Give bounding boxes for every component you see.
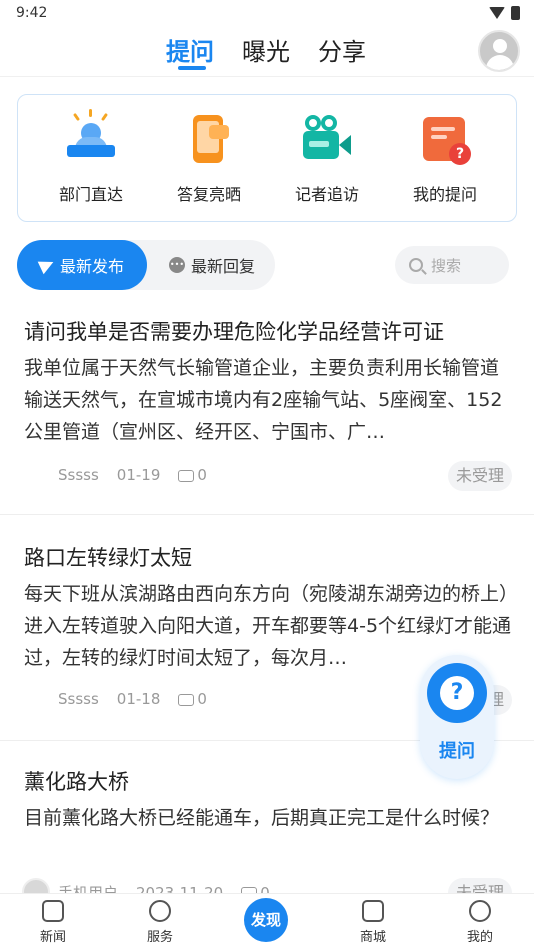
- bag-icon: [362, 900, 384, 922]
- nav-mall[interactable]: 商城: [333, 900, 413, 945]
- post-comments: 0: [178, 690, 207, 708]
- filter-toggle-group: 最新发布 ••• 最新回复: [17, 240, 275, 290]
- post-title: 薰化路大桥: [24, 770, 129, 794]
- post-body: 目前薰化路大桥已经能通车，后期真正完工是什么时候？: [24, 807, 500, 829]
- avatar-head: [493, 39, 507, 53]
- avatar[interactable]: [478, 30, 520, 72]
- tab-expose[interactable]: 曝光: [242, 32, 290, 67]
- search-placeholder: 搜索: [431, 256, 462, 275]
- post-date: 01-19: [116, 466, 161, 484]
- nav-profile[interactable]: 我的: [440, 900, 520, 945]
- post-divider: [0, 514, 534, 515]
- nav-services[interactable]: 服务: [120, 900, 200, 945]
- filter-latest-replied-button[interactable]: ••• 最新回复: [152, 240, 272, 290]
- tab-ask[interactable]: 提问: [166, 32, 214, 67]
- wifi-icon: [489, 7, 505, 19]
- quick-actions-panel: 部门直达 答复亮晒 记者追访 ? 我的提问: [17, 94, 517, 222]
- news-icon: [42, 900, 64, 922]
- quick-action-department[interactable]: 部门直达: [36, 109, 146, 205]
- top-tabs: 提问 曝光 分享: [0, 32, 534, 74]
- active-tab-indicator: [178, 66, 206, 70]
- ask-question-button[interactable]: ? 提问: [420, 655, 494, 779]
- quick-action-label: 记者追访: [294, 185, 359, 204]
- nav-discover[interactable]: 发现: [244, 898, 288, 942]
- search-input[interactable]: 搜索: [395, 246, 509, 284]
- battery-icon: [511, 6, 520, 20]
- quick-action-my-questions[interactable]: ? 我的提问: [390, 109, 500, 205]
- filter-latest-posted-button[interactable]: 最新发布: [17, 240, 147, 290]
- nav-label: 服务: [146, 930, 173, 945]
- tab-share[interactable]: 分享: [318, 32, 366, 67]
- my-questions-icon: ?: [415, 109, 475, 169]
- department-icon: [61, 109, 121, 169]
- post-author: Sssss: [58, 690, 99, 708]
- quick-action-answer-showcase[interactable]: 答复亮晒: [154, 109, 264, 205]
- nav-label: 我的: [466, 930, 493, 945]
- camera-icon: [297, 109, 357, 169]
- post-title: 请问我单是否需要办理危险化学品经营许可证: [24, 320, 444, 344]
- quick-action-label: 我的提问: [412, 185, 477, 204]
- status-badge: 未受理: [447, 461, 512, 491]
- nav-label: 商城: [359, 930, 386, 945]
- post-body: 我单位属于天然气长输管道企业，主要负责利用长输管道输送天然气，在宣城市境内有2座…: [24, 357, 503, 443]
- post-title: 路口左转绿灯太短: [24, 546, 192, 570]
- bottom-nav: 新闻 服务 发现 商城 我的: [0, 893, 534, 950]
- filter-label: 最新发布: [59, 257, 124, 276]
- comment-icon: [178, 469, 195, 482]
- post-meta: Sssss 01-18 0: [58, 690, 207, 708]
- status-time: 9:42: [16, 5, 48, 21]
- ask-button-label: 提问: [439, 741, 475, 762]
- answer-showcase-icon: [179, 109, 239, 169]
- avatar-body: [486, 55, 514, 70]
- nav-news[interactable]: 新闻: [13, 900, 93, 945]
- ask-button-circle: ?: [427, 663, 487, 723]
- quick-action-label: 答复亮晒: [176, 185, 241, 204]
- nav-label: 新闻: [39, 930, 66, 945]
- comment-icon: [178, 693, 195, 706]
- post-author: Sssss: [58, 466, 99, 484]
- user-icon: [469, 900, 491, 922]
- filter-label: 最新回复: [190, 257, 255, 276]
- header-divider: [0, 76, 534, 77]
- send-icon: [37, 255, 57, 275]
- search-icon: [409, 258, 423, 272]
- services-icon: [149, 900, 171, 922]
- post-meta: Sssss 01-19 0: [58, 466, 207, 484]
- quick-action-reporter-follow[interactable]: 记者追访: [272, 109, 382, 205]
- filter-row: 最新发布 ••• 最新回复 搜索: [17, 240, 517, 290]
- post-comments: 0: [178, 466, 207, 484]
- chat-icon: •••: [168, 257, 185, 273]
- quick-action-label: 部门直达: [58, 185, 123, 204]
- status-bar: 9:42: [0, 0, 534, 28]
- status-icons: [489, 6, 520, 20]
- post-date: 01-18: [116, 690, 161, 708]
- question-icon: ?: [440, 676, 474, 710]
